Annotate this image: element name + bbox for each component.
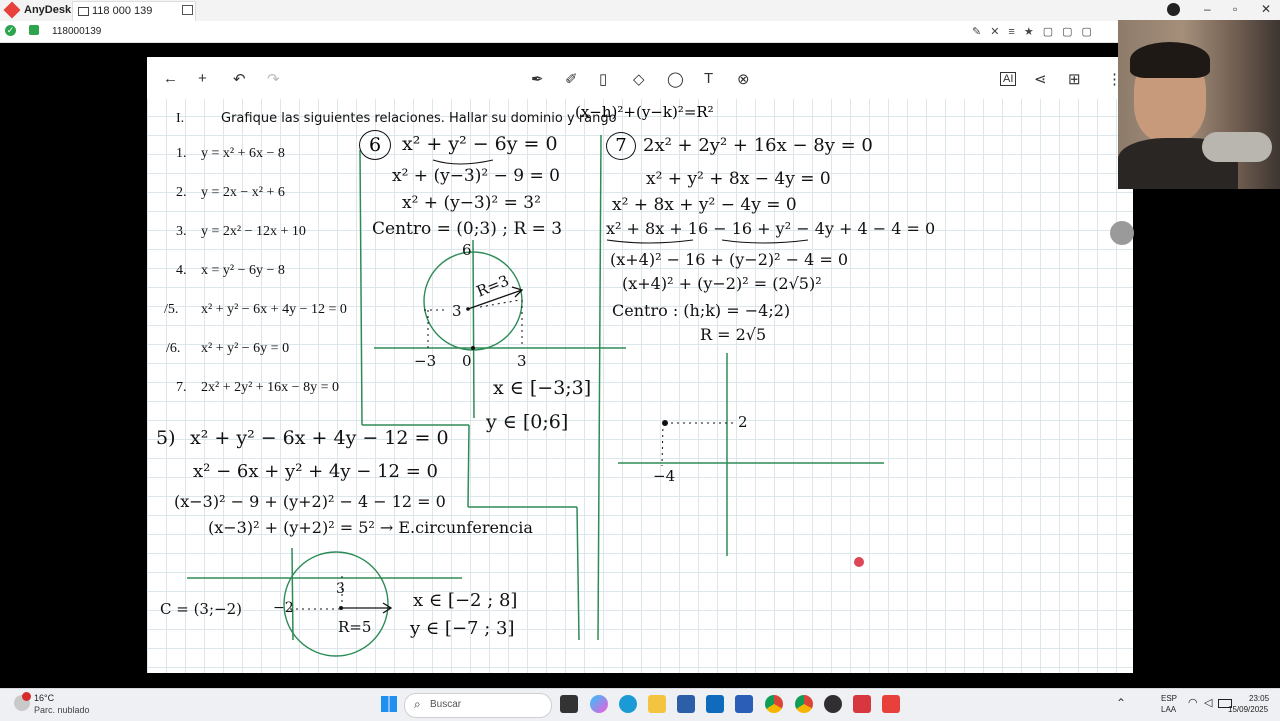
outlook-icon[interactable] xyxy=(706,695,724,713)
p6-x-label-origin: 0 xyxy=(462,352,472,370)
acrobat-icon[interactable] xyxy=(853,695,871,713)
p5-domain: x ∈ [−2 ; 8] xyxy=(413,590,518,611)
p5-top-label: 3 xyxy=(336,581,345,597)
search-icon: ⌕ xyxy=(414,697,421,711)
p7-line-5: (x+4)² − 16 + (y−2)² − 4 = 0 xyxy=(610,250,849,269)
problem6-tag: 6 xyxy=(359,130,391,160)
start-icon[interactable] xyxy=(381,696,397,712)
p6-line-1: x² + y² − 6y = 0 xyxy=(402,133,558,155)
p5-line-4: (x−3)² + (y+2)² = 5² → E.circunferencia xyxy=(208,518,533,537)
task-view-icon[interactable] xyxy=(560,695,578,713)
file-explorer-icon[interactable] xyxy=(648,695,666,713)
problem7-tag: 7 xyxy=(606,132,636,160)
microphone-icon xyxy=(1202,132,1272,162)
p7-x-label: −4 xyxy=(653,467,676,485)
person-hair xyxy=(1130,42,1210,78)
windows-taskbar: 16°C Parc. nublado ⌕ Buscar ⌃ ESP LAA ◠ … xyxy=(0,688,1280,721)
p7-line-1: 2x² + 2y² + 16x − 8y = 0 xyxy=(643,135,873,156)
standard-form: (x−h)²+(y−k)²=R² xyxy=(575,103,714,121)
task-number: I. xyxy=(176,111,185,126)
p6-domain: x ∈ [−3;3] xyxy=(493,377,592,399)
p6-center-label: 3 xyxy=(452,302,462,320)
p5-line-1: x² + y² − 6x + 4y − 12 = 0 xyxy=(190,427,449,449)
clock-date[interactable]: 15/09/2025 xyxy=(1228,705,1268,714)
p7-line-6: (x+4)² + (y−2)² = (2√5)² xyxy=(622,274,822,293)
weather-temp: 16°C xyxy=(34,693,55,703)
p5-center: C = (3;−2) xyxy=(160,600,242,618)
copilot-icon[interactable] xyxy=(590,695,608,713)
p6-line-3: x² + (y−3)² = 3² xyxy=(402,193,541,213)
tray-chevron-icon[interactable]: ⌃ xyxy=(1116,696,1126,710)
p7-line-8: R = 2√5 xyxy=(700,325,767,344)
volume-icon[interactable]: ◁ xyxy=(1204,696,1212,709)
p6-top-label: 6 xyxy=(462,241,472,259)
p7-line-3: x² + 8x + y² − 4y = 0 xyxy=(612,195,797,215)
obs-icon[interactable] xyxy=(824,695,842,713)
clock-time[interactable]: 23:05 xyxy=(1249,694,1269,703)
search-placeholder: Buscar xyxy=(430,699,462,710)
p7-line-4: x² + 8x + 16 − 16 + y² − 4y + 4 − 4 = 0 xyxy=(606,219,936,238)
store-icon[interactable] xyxy=(677,695,695,713)
anydesk-taskbar-icon[interactable] xyxy=(882,695,900,713)
p6-line-4: Centro = (0;3) ; R = 3 xyxy=(372,219,563,239)
p7-line-7: Centro : (h;k) = −4;2) xyxy=(612,301,791,320)
p6-line-2: x² + (y−3)² − 9 = 0 xyxy=(392,166,560,186)
word-icon[interactable] xyxy=(735,695,753,713)
chrome-profile-icon[interactable] xyxy=(795,695,813,713)
edge-icon[interactable] xyxy=(619,695,637,713)
language-indicator[interactable]: ESP xyxy=(1161,694,1177,703)
taskbar-search[interactable]: ⌕ Buscar xyxy=(404,693,552,718)
p6-range: y ∈ [0;6] xyxy=(486,411,569,433)
problem5-tag: 5) xyxy=(156,427,176,449)
p5-line-3: (x−3)² − 9 + (y+2)² − 4 − 12 = 0 xyxy=(174,492,446,511)
wifi-icon[interactable]: ◠ xyxy=(1188,696,1198,709)
notification-badge xyxy=(22,692,31,701)
webcam-overlay xyxy=(1118,20,1280,189)
p6-x-label-right: 3 xyxy=(517,352,527,370)
weather-desc: Parc. nublado xyxy=(34,705,90,715)
p7-line-2: x² + y² + 8x − 4y = 0 xyxy=(646,169,831,189)
p5-radius-label: R=5 xyxy=(338,618,372,636)
task-title: Grafique las siguientes relaciones. Hall… xyxy=(221,111,617,126)
language-sub: LAA xyxy=(1161,705,1177,714)
p7-y-label: 2 xyxy=(738,413,748,431)
p5-line-2: x² − 6x + y² + 4y − 12 = 0 xyxy=(193,461,438,482)
p5-left-label: −2 xyxy=(273,600,294,616)
chrome-icon[interactable] xyxy=(765,695,783,713)
p6-x-label-left: −3 xyxy=(414,352,437,370)
p5-range: y ∈ [−7 ; 3] xyxy=(410,618,515,639)
